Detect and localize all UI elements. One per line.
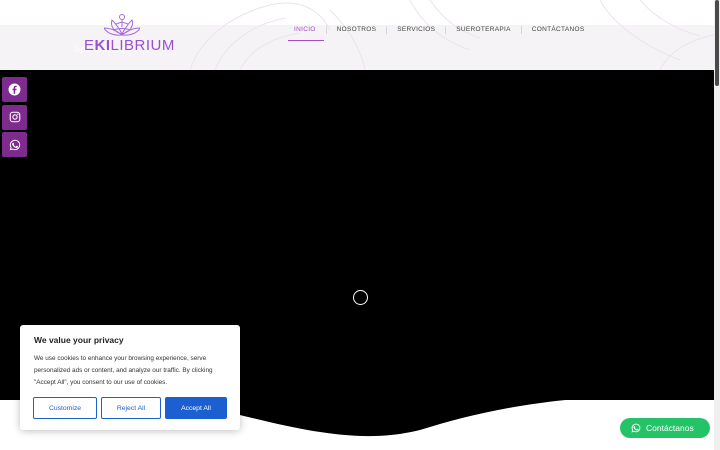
nav-item-nosotros[interactable]: NOSOTROS xyxy=(327,18,387,42)
lotus-meditation-icon xyxy=(104,14,140,36)
nav-item-inicio[interactable]: INICIO xyxy=(284,18,326,42)
whatsapp-icon xyxy=(9,139,20,150)
facebook-icon xyxy=(8,83,21,96)
facebook-button[interactable] xyxy=(2,77,27,102)
logo-ki: KI xyxy=(94,37,111,54)
whatsapp-social-button[interactable] xyxy=(2,132,27,157)
cookie-title: We value your privacy xyxy=(34,335,124,345)
logo-wordmark: EKILIBRIUM xyxy=(84,37,175,54)
logo-letter-e: E xyxy=(84,37,95,54)
logo-rest: LIBRIUM xyxy=(110,37,175,54)
social-sidebar xyxy=(2,77,27,160)
instagram-button[interactable] xyxy=(2,104,27,130)
site-logo[interactable]: Spa librium EKILIBRIUM xyxy=(36,12,174,56)
instagram-icon xyxy=(9,111,20,123)
cookie-consent-banner: We value your privacy We use cookies to … xyxy=(20,325,240,430)
main-nav: INICIO NOSOTROS SERVICIOS SUEROTERAPIA C… xyxy=(284,18,594,42)
cookie-buttons: Customize Reject All Accept All xyxy=(33,397,227,419)
nav-item-servicios[interactable]: SERVICIOS xyxy=(387,18,445,42)
whatsapp-contact-label: Contáctanos xyxy=(646,423,694,433)
whatsapp-contact-button[interactable]: Contáctanos xyxy=(620,418,710,438)
nav-item-sueroterapia[interactable]: SUEROTERAPIA xyxy=(446,18,521,42)
site-header: Spa librium EKILIBRIUM INICIO NOSOTROS S… xyxy=(0,0,714,70)
reject-all-button[interactable]: Reject All xyxy=(101,397,161,419)
loading-spinner-icon xyxy=(353,290,368,305)
nav-item-contactanos[interactable]: CONTÁCTANOS xyxy=(522,18,595,42)
accept-all-button[interactable]: Accept All xyxy=(165,397,227,419)
page-scrollbar[interactable] xyxy=(714,0,720,450)
scrollbar-thumb[interactable] xyxy=(715,0,719,86)
cookie-description: We use cookies to enhance your browsing … xyxy=(34,355,213,386)
whatsapp-icon xyxy=(631,423,641,433)
customize-button[interactable]: Customize xyxy=(33,397,97,419)
